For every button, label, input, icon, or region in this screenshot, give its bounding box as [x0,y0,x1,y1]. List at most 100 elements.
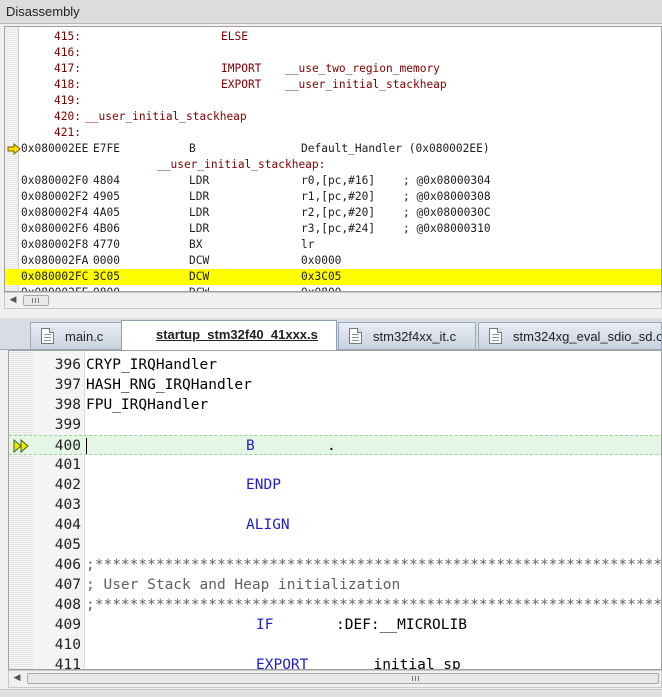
code-comment: ; User Stack and Heap initialization [86,577,401,593]
code-argument: :DEF:__MICROLIB [336,617,467,633]
scroll-left-arrow-icon[interactable]: ◀ [9,671,25,686]
scroll-left-arrow-icon[interactable]: ◀ [5,293,21,308]
instruction-operands: Default_Handler (0x080002EE) [301,142,490,155]
source-text: IMPORT [221,62,262,75]
code-keyword: B [246,438,255,454]
line-number: 396 [54,357,81,373]
scrollbar-thumb[interactable] [23,295,49,306]
disassembly-view[interactable]: 415: ELSE 416: 417: IMPORT __use_two_reg… [4,26,662,292]
line-number: 407 [54,577,81,593]
tab-stm32f4xx-it-c[interactable]: stm32f4xx_it.c [338,322,476,349]
yellow-arrow-icon [7,143,21,155]
disassembly-current-instruction[interactable]: 0x080002EE E7FE B Default_Handler (0x080… [5,141,661,157]
instruction-address: 0x080002EE [21,142,89,155]
editor-horizontal-scrollbar[interactable]: ◀ [8,670,662,688]
code-keyword: ALIGN [246,517,290,533]
code-comment: ;***************************************… [86,557,662,573]
disassembly-instruction[interactable]: 0x080002FA 0000 DCW 0x0000 [5,253,661,269]
instruction-address: 0x080002F0 [21,174,89,187]
editor-line[interactable]: 397 HASH_RNG_IRQHandler [9,375,661,395]
tab-label: stm32f4xx_it.c [373,329,457,344]
disassembly-source-line[interactable]: 421: [5,125,661,141]
disassembly-source-line[interactable]: 420: __user_initial_stackheap [5,109,661,125]
instruction-mnemonic: B [189,142,196,155]
instruction-mnemonic: DCW [189,270,210,283]
line-number: 398 [54,397,81,413]
editor-current-line[interactable]: 400 B. [9,435,661,455]
code-keyword: ENDP [246,477,281,493]
disassembly-instruction[interactable]: 0x080002F8 4770 BX lr [5,237,661,253]
instruction-mnemonic: BX [189,238,203,251]
instruction-opcode: 4770 [93,238,120,251]
editor-line[interactable]: 399 [9,415,661,435]
editor-line[interactable]: 406 ;************************************… [9,555,662,575]
instruction-operands: 0x0800 [301,285,341,291]
instruction-opcode: 0800 [93,285,120,291]
editor-line[interactable]: 398 FPU_IRQHandler [9,395,661,415]
instruction-mnemonic: DCW [189,285,209,291]
instruction-address: 0x080002F8 [21,238,89,251]
disassembly-source-line[interactable]: 416: [5,45,661,61]
source-line-number: 416: [54,46,81,59]
instruction-address: 0x080002FE [21,285,88,291]
disassembly-instruction[interactable]: 0x080002FE 0800 DCW 0x0800 [5,285,661,291]
file-icon [41,328,54,344]
source-text: ELSE [221,30,248,43]
text-caret [86,438,87,454]
line-number: 411 [54,657,81,670]
source-text: __user_initial_stackheap [285,78,447,91]
file-icon [349,328,362,344]
editor-line[interactable]: 402 ENDP [9,475,661,495]
code-text: HASH_RNG_IRQHandler [86,377,252,393]
instruction-operands: lr [301,238,315,251]
disassembly-instruction-highlighted[interactable]: 0x080002FC 3C05 DCW 0x3C05 [5,269,661,285]
disassembly-instruction[interactable]: 0x080002F0 4804 LDR r0,[pc,#16] ; @0x0800030… [5,173,661,189]
editor-line[interactable]: 403 [9,495,661,515]
editor-line[interactable]: 408 ;************************************… [9,595,661,615]
editor-line[interactable]: 401 [9,455,661,475]
source-editor[interactable]: 396 CRYP_IRQHandler 397 HASH_RNG_IRQHandler… [8,350,662,670]
disassembly-label-line[interactable]: __user_initial_stackheap: [5,157,661,173]
instruction-mnemonic: DCW [189,254,210,267]
disassembly-source-line[interactable]: 415: ELSE [5,29,661,45]
editor-line[interactable]: 410 [9,635,661,655]
line-number: 400 [54,438,81,454]
instruction-operands: r3,[pc,#24] [301,222,376,235]
line-number: 406 [54,557,81,573]
instruction-opcode: 0000 [93,254,120,267]
tab-label: main.c [65,329,104,344]
tab-stm324xg-eval-sdio-sd-c[interactable]: stm324xg_eval_sdio_sd.c [478,322,662,349]
editor-line[interactable]: 405 [9,535,661,555]
disassembly-source-line[interactable]: 418: EXPORT __user_initial_stackheap [5,77,661,93]
instruction-operands: 0x3C05 [301,270,342,283]
disassembly-horizontal-scrollbar[interactable]: ◀ [4,292,662,309]
instruction-comment: ; @0x08000310 [403,222,491,235]
editor-tab-strip: main.c startup_stm32f40_41xxx.s stm32f4x… [0,318,662,350]
instruction-address: 0x080002F4 [21,206,89,219]
instruction-mnemonic: LDR [189,206,210,219]
disassembly-source-line[interactable]: 417: IMPORT __use_two_region_memory [5,61,661,77]
editor-line[interactable]: 396 CRYP_IRQHandler [9,355,661,375]
instruction-mnemonic: LDR [189,190,210,203]
scrollbar-thumb[interactable] [27,673,659,684]
line-number: 401 [54,457,81,473]
disassembly-instruction[interactable]: 0x080002F2 4905 LDR r1,[pc,#20] ; @0x0800030… [5,189,661,205]
source-line-number: 417: [54,62,81,75]
code-text: FPU_IRQHandler [86,397,209,413]
editor-line[interactable]: 404 ALIGN [9,515,661,535]
source-line-number: 415: [54,30,81,43]
editor-line[interactable]: 407 ; User Stack and Heap initialization [9,575,661,595]
instruction-address: 0x080002FA [21,254,89,267]
disassembly-instruction[interactable]: 0x080002F4 4A05 LDR r2,[pc,#20] ; @0x0800030… [5,205,661,221]
disassembly-instruction[interactable]: 0x080002F6 4B06 LDR r3,[pc,#24] ; @0x0800031… [5,221,661,237]
editor-line[interactable]: 411 EXPORT __initial_sp [9,655,661,670]
editor-line[interactable]: 409 IF:DEF:__MICROLIB [9,615,661,635]
line-number: 399 [54,417,81,433]
line-number: 404 [54,517,81,533]
instruction-address: 0x080002FC [21,270,89,283]
line-number: 410 [54,637,81,653]
instruction-address: 0x080002F6 [21,222,89,235]
code-keyword: IF [256,617,274,633]
disassembly-source-line[interactable]: 419: [5,93,661,109]
tab-startup-stm32f40-41xxx-s[interactable]: startup_stm32f40_41xxx.s [121,320,337,350]
